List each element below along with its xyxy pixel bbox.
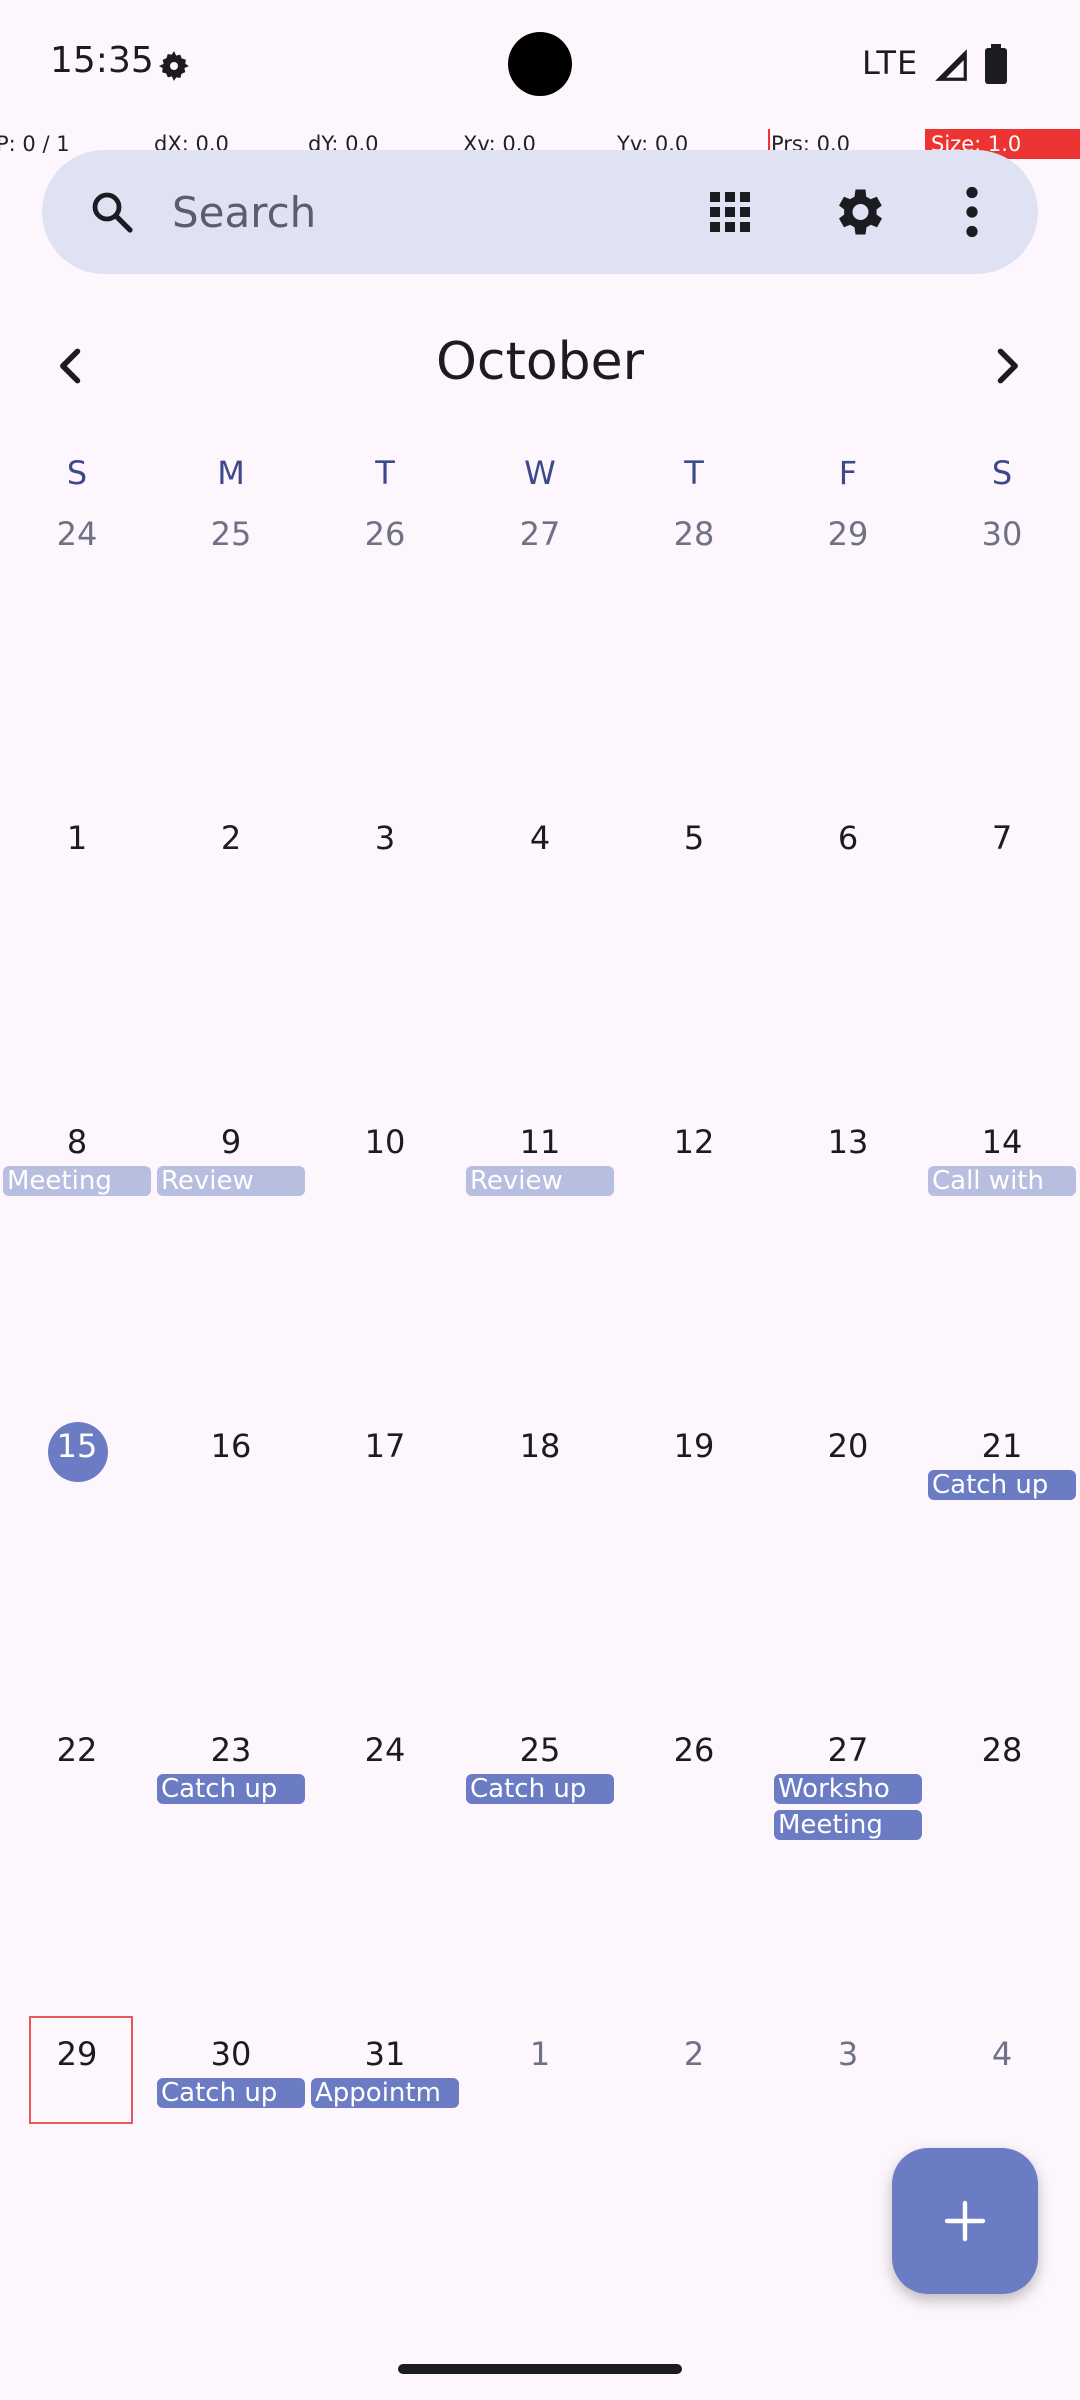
day-cell[interactable]: 13 (771, 1122, 925, 1162)
day-cell[interactable]: 26 (308, 514, 462, 554)
system-settings-icon (159, 51, 189, 81)
status-time: 15:35 (50, 40, 154, 81)
search-icon[interactable] (88, 188, 136, 236)
event-chip[interactable]: Meeting (774, 1810, 922, 1840)
day-cell[interactable]: 6 (771, 818, 925, 858)
weekday-sunday: S (66, 454, 88, 492)
search-input[interactable] (172, 172, 692, 252)
day-cell[interactable]: 17 (308, 1426, 462, 1466)
view-grid-icon[interactable] (706, 188, 754, 236)
event-chip[interactable]: Catch up (157, 1774, 305, 1804)
day-cell[interactable]: 28 (617, 514, 771, 554)
previous-month-chevron-icon[interactable] (50, 344, 94, 388)
day-cell[interactable]: 29 (771, 514, 925, 554)
day-cell[interactable]: 1 (463, 2034, 617, 2074)
day-cell[interactable]: 2 (154, 818, 308, 858)
day-cell[interactable]: 8 (0, 1122, 154, 1162)
event-chip[interactable]: Catch up (928, 1470, 1076, 1500)
day-cell[interactable]: 16 (154, 1426, 308, 1466)
event-chip[interactable]: Worksho (774, 1774, 922, 1804)
day-cell[interactable]: 24 (0, 514, 154, 554)
day-cell[interactable]: 28 (925, 1730, 1079, 1770)
day-cell[interactable]: 30 (925, 514, 1079, 554)
battery-icon (985, 44, 1007, 84)
weekday-monday: M (217, 454, 245, 492)
event-chip[interactable]: Appointm (311, 2078, 459, 2108)
event-chip[interactable]: Review (157, 1166, 305, 1196)
day-cell[interactable]: 10 (308, 1122, 462, 1162)
day-cell[interactable]: 1 (0, 818, 154, 858)
day-cell[interactable]: 27 (771, 1730, 925, 1770)
day-cell[interactable]: 25 (463, 1730, 617, 1770)
day-cell[interactable]: 18 (463, 1426, 617, 1466)
month-title[interactable]: October (340, 332, 740, 392)
day-cell-selected[interactable]: 29 (0, 2034, 154, 2074)
plus-icon (944, 2200, 986, 2242)
day-cell[interactable]: 3 (771, 2034, 925, 2074)
new-event-button[interactable] (892, 2148, 1038, 2294)
event-chip[interactable]: Review (466, 1166, 614, 1196)
day-cell[interactable]: 23 (154, 1730, 308, 1770)
day-cell[interactable]: 3 (308, 818, 462, 858)
event-chip[interactable]: Meeting (3, 1166, 151, 1196)
day-cell[interactable]: 9 (154, 1122, 308, 1162)
settings-icon[interactable] (828, 182, 888, 242)
weekday-thursday: T (684, 454, 704, 492)
day-cell[interactable]: 30 (154, 2034, 308, 2074)
day-cell[interactable]: 26 (617, 1730, 771, 1770)
day-cell[interactable]: 25 (154, 514, 308, 554)
day-cell[interactable]: 19 (617, 1426, 771, 1466)
status-bar: 15:35 LTE (0, 0, 1080, 128)
day-cell[interactable]: 22 (0, 1730, 154, 1770)
day-cell[interactable]: 27 (463, 514, 617, 554)
day-cell[interactable]: 20 (771, 1426, 925, 1466)
day-cell[interactable]: 5 (617, 818, 771, 858)
weekday-friday: F (838, 454, 858, 492)
day-cell[interactable]: 4 (925, 2034, 1079, 2074)
day-cell[interactable]: 11 (463, 1122, 617, 1162)
day-cell[interactable]: 7 (925, 818, 1079, 858)
day-cell[interactable]: 31 (308, 2034, 462, 2074)
camera-cutout (508, 32, 572, 96)
event-chip[interactable]: Catch up (157, 2078, 305, 2108)
day-cell-today[interactable]: 15 (0, 1426, 154, 1466)
weekday-tuesday: T (375, 454, 395, 492)
search-bar[interactable] (42, 150, 1038, 274)
signal-icon (935, 49, 967, 81)
day-cell[interactable]: 14 (925, 1122, 1079, 1162)
weekday-wednesday: W (524, 454, 556, 492)
day-cell[interactable]: 2 (617, 2034, 771, 2074)
day-cell[interactable]: 21 (925, 1426, 1079, 1466)
day-cell[interactable]: 12 (617, 1122, 771, 1162)
next-month-chevron-icon[interactable] (984, 344, 1028, 388)
gesture-navigation-handle[interactable] (398, 2364, 682, 2374)
event-chip[interactable]: Call with (928, 1166, 1076, 1196)
event-chip[interactable]: Catch up (466, 1774, 614, 1804)
day-cell[interactable]: 4 (463, 818, 617, 858)
network-type-label: LTE (862, 44, 919, 82)
weekday-saturday: S (991, 454, 1013, 492)
more-options-icon[interactable] (964, 186, 980, 238)
day-cell[interactable]: 24 (308, 1730, 462, 1770)
debug-pointer-count: P: 0 / 1 (0, 132, 70, 156)
